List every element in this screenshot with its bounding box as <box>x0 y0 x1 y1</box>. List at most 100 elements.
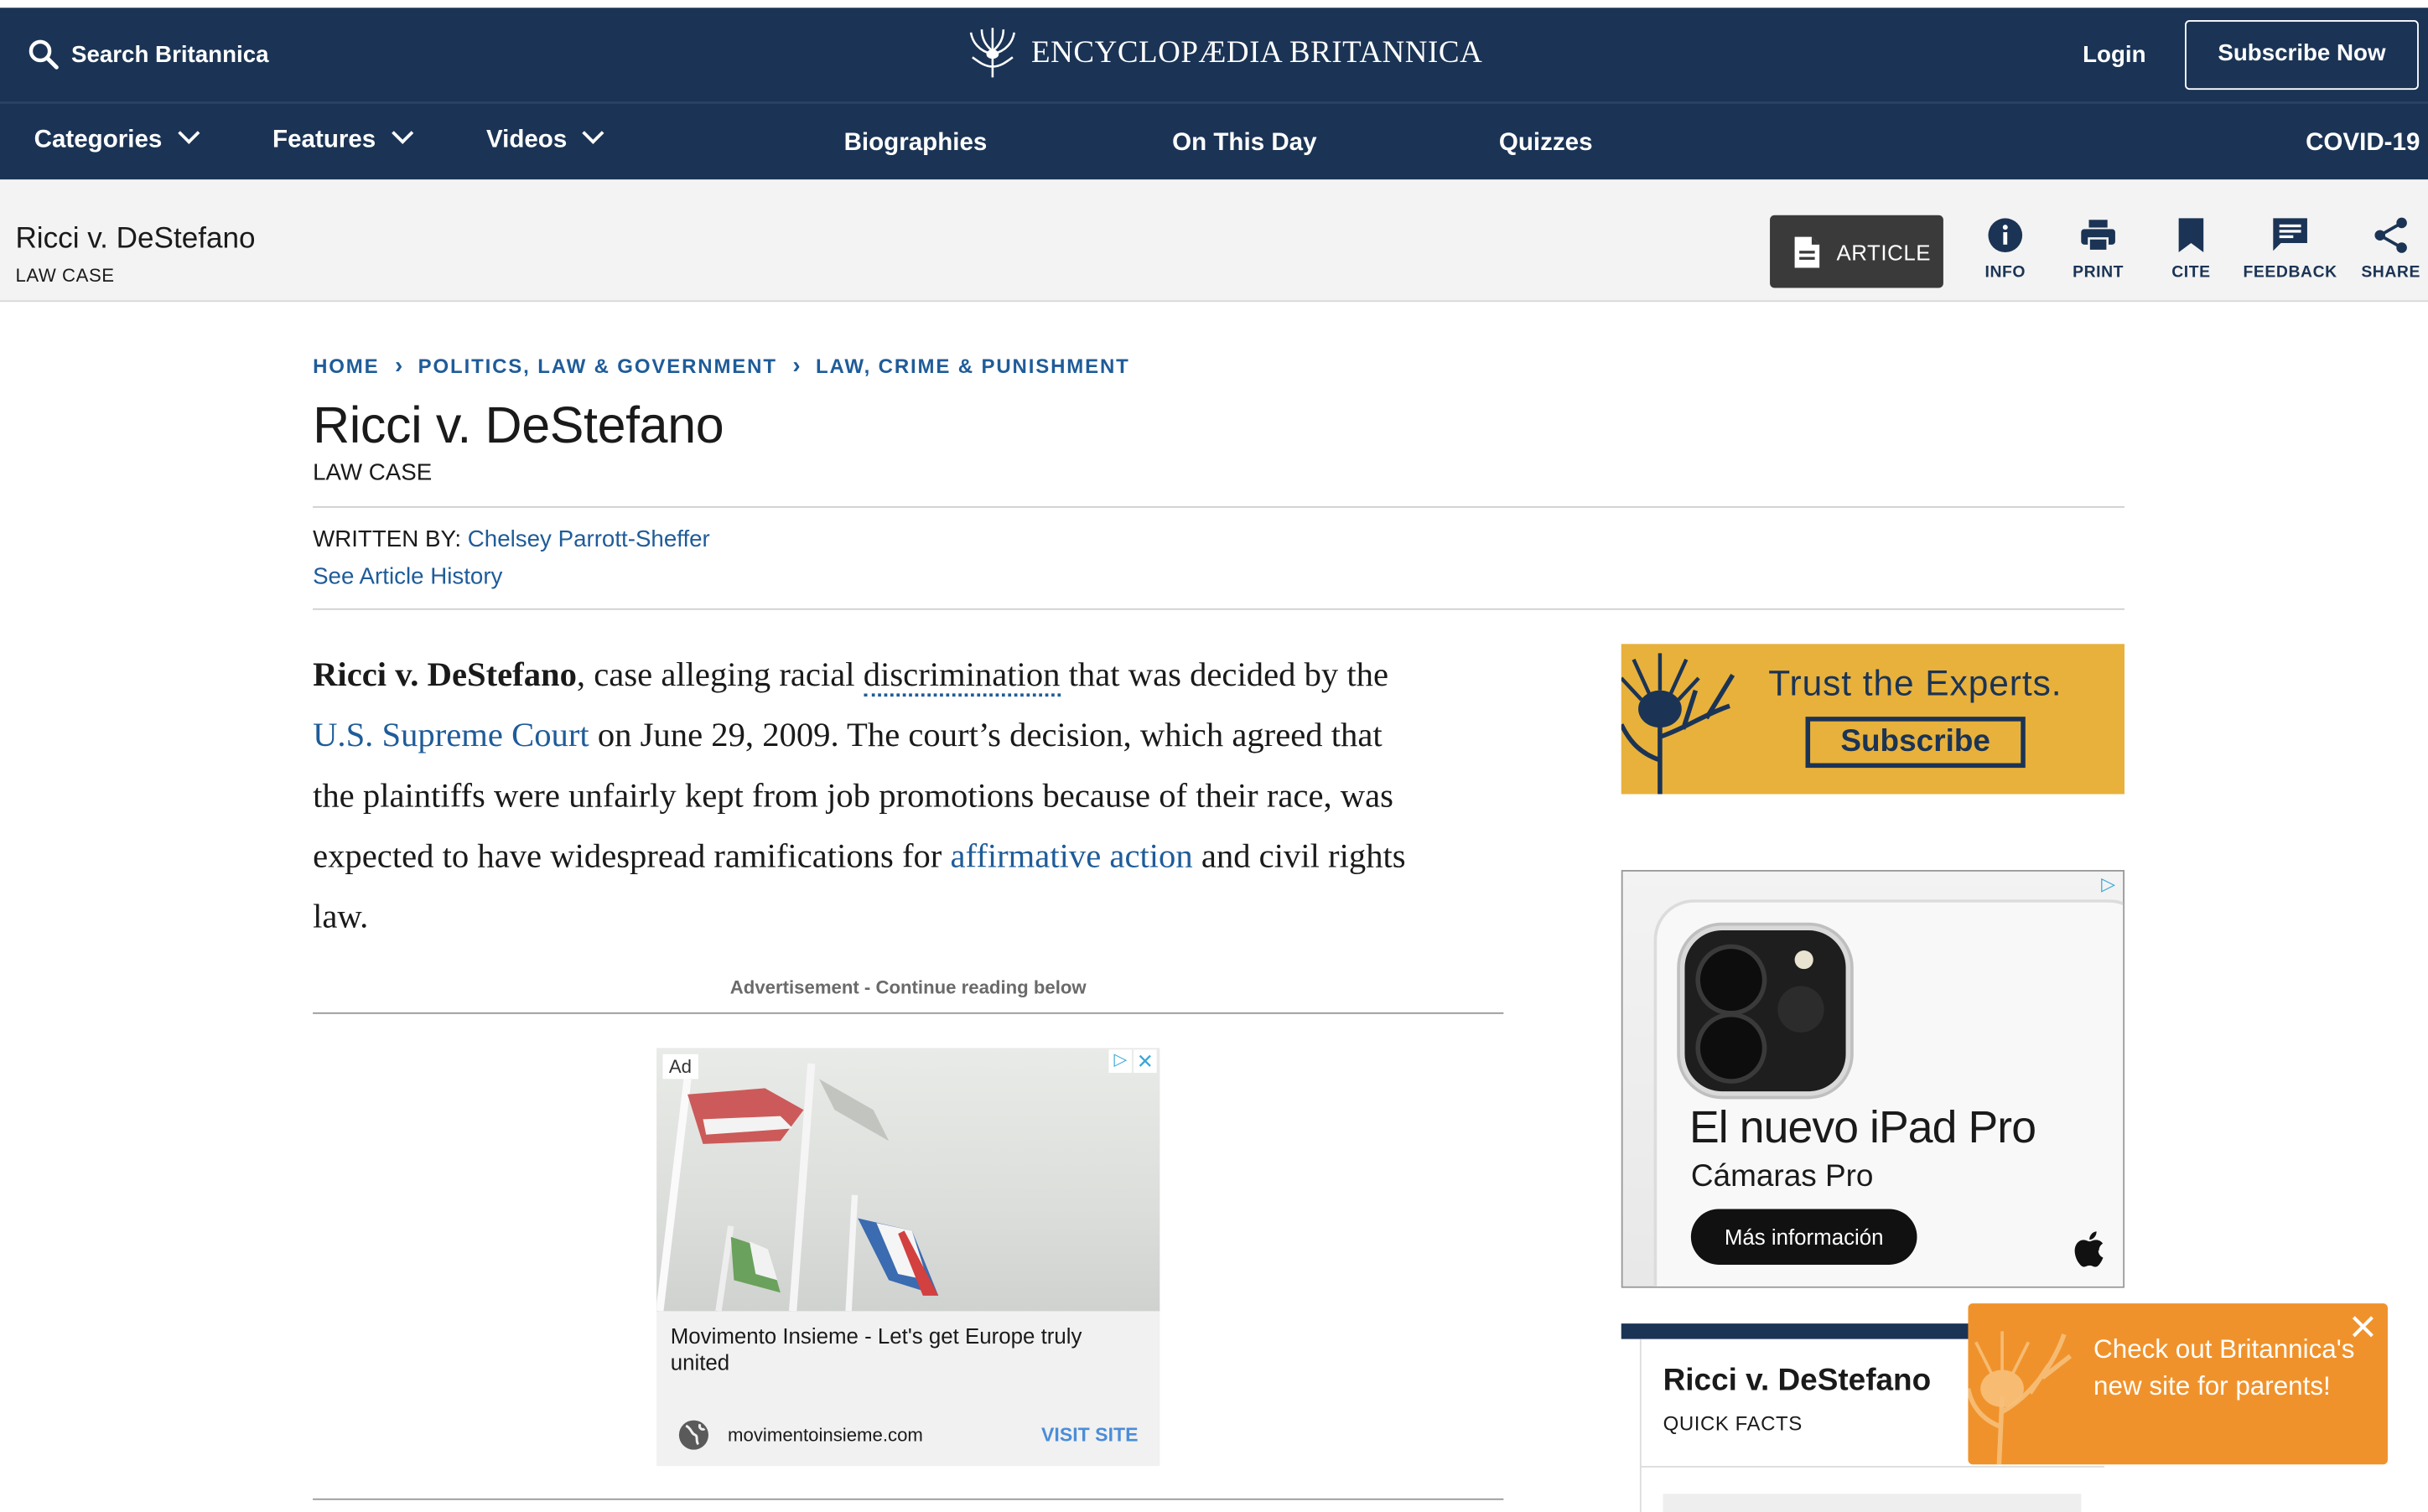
apple-logo-icon <box>2074 1231 2104 1267</box>
share-label: SHARE <box>2361 262 2420 282</box>
supreme-court-link[interactable]: U.S. Supreme Court <box>313 715 589 753</box>
visit-site-button[interactable]: VISIT SITE <box>1041 1424 1138 1446</box>
cite-label: CITE <box>2171 262 2211 282</box>
info-label: INFO <box>1984 262 2026 282</box>
intro-text-1: , case alleging racial <box>576 655 864 694</box>
quick-facts-title: Ricci v. DeStefano <box>1663 1364 1932 1398</box>
close-ad-icon[interactable]: ✕ <box>1133 1049 1157 1073</box>
article-history-link[interactable]: See Article History <box>313 563 502 589</box>
flags-image <box>656 1063 939 1312</box>
print-label: PRINT <box>2073 262 2124 282</box>
adchoices-icon[interactable]: ▷ <box>1108 1049 1133 1073</box>
close-popup-icon[interactable] <box>2348 1311 2379 1342</box>
parents-site-popup[interactable]: Check out Britannica's new site for pare… <box>1968 1303 2388 1465</box>
nav-on-this-day[interactable]: On This Day <box>1172 106 1316 184</box>
author-link[interactable]: Chelsey Parrott-Sheffer <box>468 526 710 552</box>
ad-footer: movimentoinsieme.com VISIT SITE <box>678 1420 1150 1451</box>
ad-headline[interactable]: Movimento Insieme - Let's get Europe tru… <box>671 1323 1135 1376</box>
banner-tagline: Trust the Experts. <box>1768 662 2062 703</box>
subscribe-banner[interactable]: Trust the Experts. Subscribe <box>1621 644 2125 795</box>
intro-text-5: expected to have widespread ramification… <box>313 836 951 875</box>
nav-features-label: Features <box>272 127 376 153</box>
camera-module-icon <box>1684 930 1846 1092</box>
mas-informacion-button[interactable]: Más información <box>1690 1209 1917 1265</box>
quick-facts-divider <box>1639 1466 2104 1468</box>
search-button[interactable]: Search Britannica <box>28 35 269 72</box>
title-divider <box>313 505 2125 508</box>
toolbar-title: Ricci v. DeStefano <box>15 222 256 256</box>
intro-line-2: U.S. Supreme Court on June 29, 2009. The… <box>313 704 1536 764</box>
mas-informacion-label: Más información <box>1724 1224 1884 1250</box>
ad-notice: Advertisement - Continue reading below <box>729 976 1087 999</box>
breadcrumb-politics[interactable]: POLITICS, LAW & GOVERNMENT <box>418 355 777 378</box>
intro-line-3: the plaintiffs were unfairly kept from j… <box>313 775 1394 815</box>
main-nav: Categories Features Videos Biographies O… <box>0 101 2428 181</box>
nav-categories[interactable]: Categories <box>34 104 200 181</box>
page-type: LAW CASE <box>313 459 433 486</box>
banner-subscribe-label: Subscribe <box>1840 724 1990 759</box>
top-header: Search Britannica ENCYCLOPÆDIA BRITANNIC… <box>0 0 2428 102</box>
article-button[interactable]: ARTICLE <box>1770 215 1943 288</box>
logo-text: ENCYCLOPÆDIA BRITANNICA <box>1031 34 1483 70</box>
thistle-banner-icon <box>1621 653 1735 795</box>
nav-covid[interactable]: COVID-19 <box>2306 106 2420 184</box>
ad-bottom-divider <box>313 1498 1504 1500</box>
ipad-ad-title: El nuevo iPad Pro <box>1689 1103 2036 1153</box>
thistle-logo-icon <box>969 28 1016 78</box>
written-by-label: WRITTEN BY: <box>313 526 462 553</box>
document-icon <box>1794 236 1820 267</box>
ipad-ad[interactable]: ▷ El nuevo iPad Pro Cámaras Pro Más info… <box>1621 869 2125 1288</box>
affirmative-action-link[interactable]: affirmative action <box>951 836 1193 874</box>
feedback-tool[interactable]: FEEDBACK <box>2236 217 2344 282</box>
popup-text: Check out Britannica's new site for pare… <box>2093 1334 2355 1401</box>
ad-top-divider <box>313 1012 1504 1014</box>
ad-photo <box>656 1048 1160 1312</box>
breadcrumb-separator: › <box>792 353 801 380</box>
quick-facts-label: QUICK FACTS <box>1663 1411 1803 1436</box>
adchoices-icon[interactable]: ▷ <box>2097 873 2120 897</box>
thistle-popup-icon <box>1968 1331 2073 1465</box>
intro-bold-title: Ricci v. DeStefano <box>313 655 577 694</box>
article-button-label: ARTICLE <box>1836 239 1932 264</box>
intro-text-2: that was decided by the <box>1060 655 1389 694</box>
nav-videos[interactable]: Videos <box>485 104 604 181</box>
toolbar-subtitle: LAW CASE <box>15 264 115 287</box>
banner-subscribe-button[interactable]: Subscribe <box>1805 717 2026 769</box>
globe-icon <box>678 1420 708 1450</box>
breadcrumb-law-crime[interactable]: LAW, CRIME & PUNISHMENT <box>816 355 1130 378</box>
intro-line-1: Ricci v. DeStefano, case alleging racial… <box>313 644 1536 704</box>
nav-features[interactable]: Features <box>272 104 413 181</box>
nav-videos-label: Videos <box>485 127 568 153</box>
subscribe-now-button[interactable]: Subscribe Now <box>2185 20 2419 91</box>
quick-facts-placeholder <box>1663 1494 2082 1512</box>
byline-divider <box>313 608 2125 610</box>
search-label: Search Britannica <box>70 40 269 68</box>
bookmark-icon <box>2178 218 2204 253</box>
share-icon <box>2374 217 2407 253</box>
ad-badge: Ad <box>662 1054 698 1080</box>
chevron-down-icon <box>391 122 413 144</box>
chevron-down-icon <box>177 122 200 144</box>
article-toolbar: Ricci v. DeStefano LAW CASE ARTICLE INFO… <box>0 179 2428 303</box>
intro-line-4: expected to have widespread ramification… <box>313 825 1536 885</box>
chevron-down-icon <box>582 122 604 144</box>
subscribe-now-label: Subscribe Now <box>2218 40 2386 67</box>
article-intro: Ricci v. DeStefano, case alleging racial… <box>313 644 1536 945</box>
discrimination-link[interactable]: discrimination <box>864 655 1061 697</box>
inline-ad[interactable]: Ad ▷ ✕ Movimento Insieme - Let's get Eur… <box>656 1048 1160 1467</box>
intro-text-6: and civil rights <box>1192 836 1406 875</box>
page-title: Ricci v. DeStefano <box>313 396 724 454</box>
login-link[interactable]: Login <box>2083 42 2145 68</box>
breadcrumb-separator: › <box>394 353 403 380</box>
feedback-icon <box>2273 218 2307 251</box>
breadcrumb-home[interactable]: HOME <box>313 355 379 378</box>
share-tool[interactable]: SHARE <box>2337 217 2428 282</box>
byline: WRITTEN BY: Chelsey Parrott-Sheffer <box>313 526 710 552</box>
cite-tool[interactable]: CITE <box>2137 217 2245 282</box>
nav-quizzes[interactable]: Quizzes <box>1499 106 1593 184</box>
feedback-label: FEEDBACK <box>2243 262 2337 282</box>
nav-biographies[interactable]: Biographies <box>844 106 988 184</box>
quick-facts-border-left <box>1639 1339 1642 1512</box>
intro-text-3: on June 29, 2009. The court’s decision, … <box>589 715 1383 754</box>
britannica-logo[interactable]: ENCYCLOPÆDIA BRITANNICA <box>963 26 1483 79</box>
